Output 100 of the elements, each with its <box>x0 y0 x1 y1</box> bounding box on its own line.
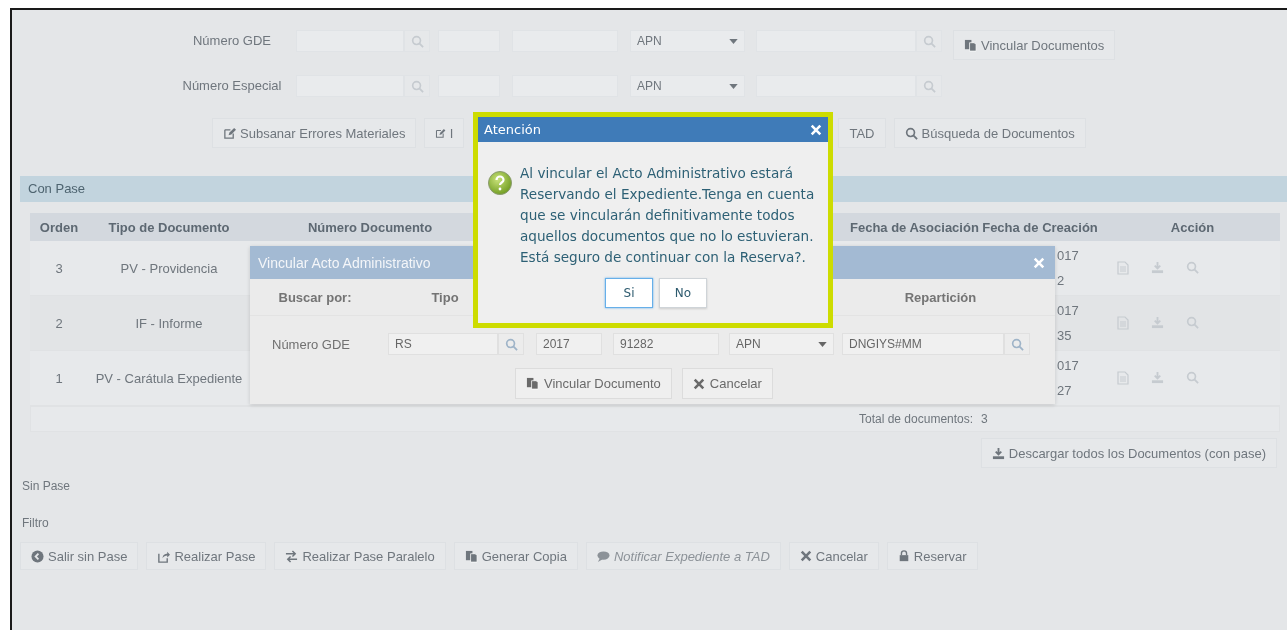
close-icon <box>1033 256 1045 269</box>
close-icon <box>692 377 705 390</box>
action-button[interactable]: Reservar <box>886 542 978 570</box>
search-icon <box>922 79 936 93</box>
search-icon <box>410 34 424 48</box>
speech-bubble-icon <box>596 549 610 563</box>
action-button[interactable]: I <box>424 118 465 148</box>
pencil-square-icon <box>223 126 236 140</box>
view-document-button[interactable] <box>1117 316 1129 330</box>
section-label: Filtro <box>21 515 50 532</box>
section-label: Sin Pase <box>21 478 72 495</box>
table-cell: 2 <box>1057 273 1065 288</box>
dialog-title: Atención <box>484 122 541 137</box>
table-cell-text: 3 <box>54 260 64 276</box>
column-header: Número Documento <box>306 219 434 235</box>
table-cell-text: PV - Providencia <box>119 260 219 276</box>
search-button[interactable] <box>404 30 430 52</box>
document-icon <box>1117 261 1129 275</box>
search-button[interactable] <box>498 333 524 355</box>
close-button[interactable] <box>1033 256 1045 269</box>
close-icon <box>810 123 822 136</box>
download-icon <box>1151 316 1164 329</box>
action-button[interactable]: Subsanar Errores Materiales <box>212 118 417 148</box>
select-field[interactable]: APN <box>630 30 745 52</box>
search-icon <box>904 126 918 140</box>
close-icon <box>799 550 812 562</box>
search-button[interactable] <box>1186 316 1199 330</box>
pencil-square-icon <box>435 126 446 140</box>
input-field[interactable]: 91282 <box>613 333 719 355</box>
download-all-button[interactable]: Descargar todos los Documentos (con pase) <box>980 438 1277 468</box>
dialog-button[interactable]: Si <box>605 278 653 308</box>
column-header: Acción <box>1169 219 1216 235</box>
input-field[interactable]: DNGIYS#MM <box>842 333 1004 355</box>
table-cell: 017 <box>1057 358 1079 373</box>
total-count: 3 <box>981 412 988 426</box>
search-button[interactable] <box>1004 333 1030 355</box>
share-icon <box>157 549 171 563</box>
view-document-button[interactable] <box>1117 371 1129 385</box>
search-icon <box>1186 316 1199 329</box>
action-button[interactable]: Búsqueda de Documentos <box>893 118 1086 148</box>
download-icon <box>1151 371 1164 384</box>
search-button[interactable] <box>404 75 430 97</box>
download-icon <box>991 446 1005 460</box>
field-label: Número GDE <box>272 336 352 352</box>
document-icon <box>1117 371 1129 385</box>
download-button[interactable] <box>1151 316 1164 330</box>
caret-icon <box>818 341 827 347</box>
table-cell-text: 1 <box>54 370 64 386</box>
download-button[interactable] <box>1151 261 1164 275</box>
action-button[interactable]: Cancelar <box>788 542 879 570</box>
column-header: Repartición <box>903 289 978 305</box>
search-icon <box>1186 371 1199 384</box>
documents-icon <box>464 549 478 563</box>
documents-icon <box>526 377 539 390</box>
action-button[interactable]: Salir sin Pase <box>20 542 139 570</box>
column-header: Tipo <box>430 289 460 305</box>
table-cell: 27 <box>1057 383 1072 398</box>
search-button[interactable] <box>1186 261 1199 275</box>
field-label: Número GDE <box>192 32 272 50</box>
table-cell-text: 2 <box>54 315 64 331</box>
search-button[interactable] <box>916 30 942 52</box>
table-cell: 35 <box>1057 328 1072 343</box>
search-button[interactable] <box>1186 371 1199 385</box>
lock-icon <box>897 550 910 562</box>
action-button[interactable]: TAD <box>838 118 886 148</box>
search-icon <box>1010 337 1024 351</box>
modal-title: Vincular Acto Administrativo <box>258 254 431 271</box>
search-button[interactable] <box>916 75 942 97</box>
documents-icon <box>964 38 977 52</box>
caret-icon <box>729 83 738 89</box>
dialog-button[interactable]: No <box>659 278 707 308</box>
table-cell-text: IF - Informe <box>134 315 204 331</box>
download-button[interactable] <box>1151 371 1164 385</box>
action-button[interactable]: Realizar Pase Paralelo <box>274 542 446 570</box>
table-cell: 017 <box>1057 248 1079 263</box>
action-button[interactable]: Realizar Pase <box>146 542 267 570</box>
search-icon <box>1186 261 1199 274</box>
search-icon <box>922 34 936 48</box>
link-documents-button[interactable]: Vincular Documentos <box>953 30 1116 60</box>
dialog-button[interactable]: Vincular Documento <box>515 368 672 399</box>
caret-icon <box>729 38 738 44</box>
select-field[interactable]: APN <box>729 333 834 355</box>
field-label: Número Especial <box>182 77 282 95</box>
action-button[interactable]: Generar Copia <box>453 542 578 570</box>
select-field[interactable]: APN <box>630 75 745 97</box>
question-icon <box>488 171 512 195</box>
column-header: Orden <box>38 219 80 235</box>
close-button[interactable] <box>810 123 822 136</box>
dialog-button[interactable]: Cancelar <box>681 368 773 399</box>
swap-arrows-icon <box>285 549 299 563</box>
view-document-button[interactable] <box>1117 261 1129 275</box>
search-icon <box>504 337 518 351</box>
input-field[interactable]: 2017 <box>536 333 602 355</box>
column-header: Buscar por: <box>277 289 353 305</box>
column-header: Fecha de Creación <box>981 219 1099 235</box>
document-icon <box>1117 316 1129 330</box>
table-cell: 017 <box>1057 303 1079 318</box>
total-label: Total de documentos: <box>859 412 974 426</box>
table-cell-text: PV - Carátula Expediente <box>94 370 244 386</box>
input-field[interactable]: RS <box>388 333 498 355</box>
